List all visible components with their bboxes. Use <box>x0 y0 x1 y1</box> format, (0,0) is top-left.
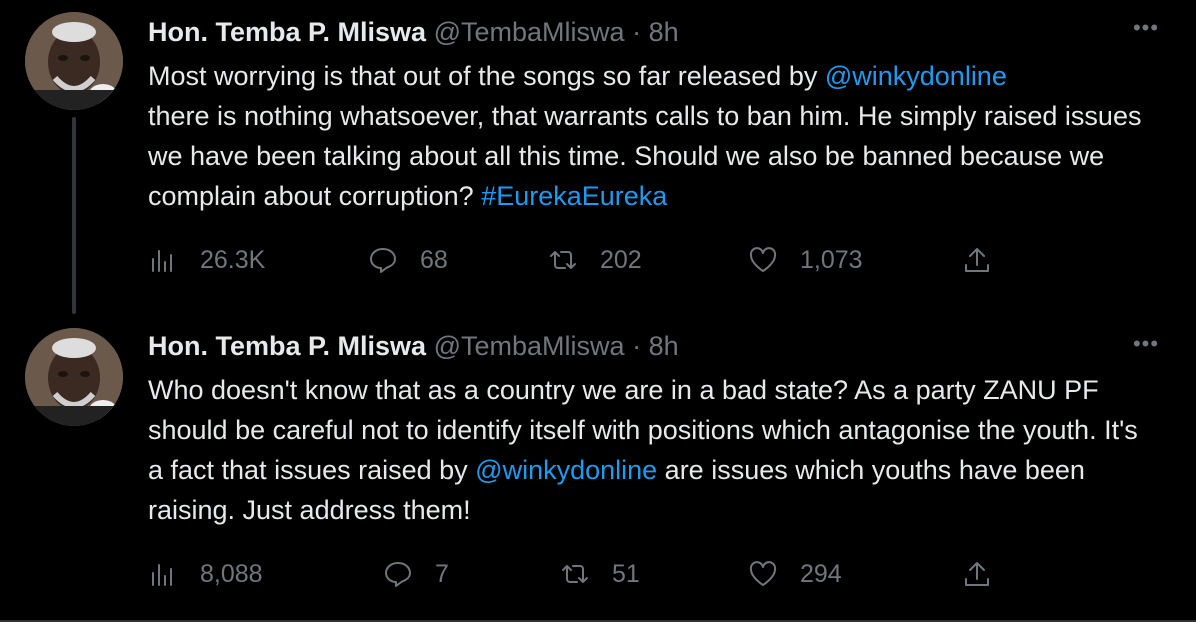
like-button[interactable]: 294 <box>748 552 842 596</box>
share-button[interactable] <box>962 238 992 282</box>
views-button[interactable]: 8,088 <box>148 552 263 596</box>
tweet-actions: 8,088 7 51 294 <box>148 552 1188 596</box>
tweet-header: Hon. Temba P. Mliswa @TembaMliswa · 8h <box>148 328 679 364</box>
retweet-button[interactable]: 51 <box>560 552 640 596</box>
upload-arrow-icon <box>965 248 989 272</box>
reply-count: 68 <box>420 245 448 274</box>
hashtag-link[interactable]: #EurekaEureka <box>481 181 667 211</box>
heart-icon <box>749 561 777 586</box>
author-handle[interactable]: @TembaMliswa <box>434 331 625 361</box>
tweet-1[interactable]: Hon. Temba P. Mliswa @TembaMliswa · 8h •… <box>0 0 1196 314</box>
author-handle[interactable]: @TembaMliswa <box>434 17 625 47</box>
views-count: 8,088 <box>200 559 263 588</box>
retweet-arrows-icon <box>562 565 588 583</box>
reply-button[interactable]: 68 <box>368 238 448 282</box>
avatar[interactable] <box>25 12 123 110</box>
heart-icon <box>749 247 777 272</box>
speech-bubble-icon <box>385 562 411 587</box>
mention-link[interactable]: @winkydonline <box>825 61 1007 91</box>
tweet-text-part: Most worrying is that out of the songs s… <box>148 61 825 91</box>
retweet-button[interactable]: 202 <box>548 238 642 282</box>
mention-link[interactable]: @winkydonline <box>475 455 657 485</box>
thread-connector-line <box>72 117 76 314</box>
share-button[interactable] <box>962 552 992 596</box>
tweet-text: Most worrying is that out of the songs s… <box>148 56 1158 216</box>
author-name[interactable]: Hon. Temba P. Mliswa <box>148 17 426 47</box>
separator-dot: · <box>632 17 642 47</box>
speech-bubble-icon <box>370 248 396 273</box>
retweet-arrows-icon <box>550 251 576 269</box>
tweet-text: Who doesn't know that as a country we ar… <box>148 370 1158 530</box>
author-name[interactable]: Hon. Temba P. Mliswa <box>148 331 426 361</box>
timestamp[interactable]: 8h <box>649 17 679 47</box>
views-count: 26.3K <box>200 245 266 274</box>
upload-arrow-icon <box>965 562 989 586</box>
tweet-2[interactable]: Hon. Temba P. Mliswa @TembaMliswa · 8h •… <box>0 314 1196 622</box>
like-count: 294 <box>800 559 842 588</box>
ellipsis-icon[interactable]: ••• <box>1126 333 1166 364</box>
like-count: 1,073 <box>800 245 863 274</box>
tweet-header: Hon. Temba P. Mliswa @TembaMliswa · 8h <box>148 14 679 50</box>
tweet-actions: 26.3K 68 202 1,073 <box>148 238 1188 282</box>
bar-chart-icon <box>152 564 172 586</box>
avatar[interactable] <box>25 328 123 426</box>
bar-chart-icon <box>152 250 172 272</box>
separator-dot: · <box>632 331 642 361</box>
like-button[interactable]: 1,073 <box>748 238 863 282</box>
views-button[interactable]: 26.3K <box>148 238 265 282</box>
timestamp[interactable]: 8h <box>649 331 679 361</box>
retweet-count: 202 <box>600 245 642 274</box>
ellipsis-icon[interactable]: ••• <box>1126 17 1166 48</box>
reply-count: 7 <box>435 559 449 588</box>
reply-button[interactable]: 7 <box>383 552 449 596</box>
retweet-count: 51 <box>612 559 640 588</box>
